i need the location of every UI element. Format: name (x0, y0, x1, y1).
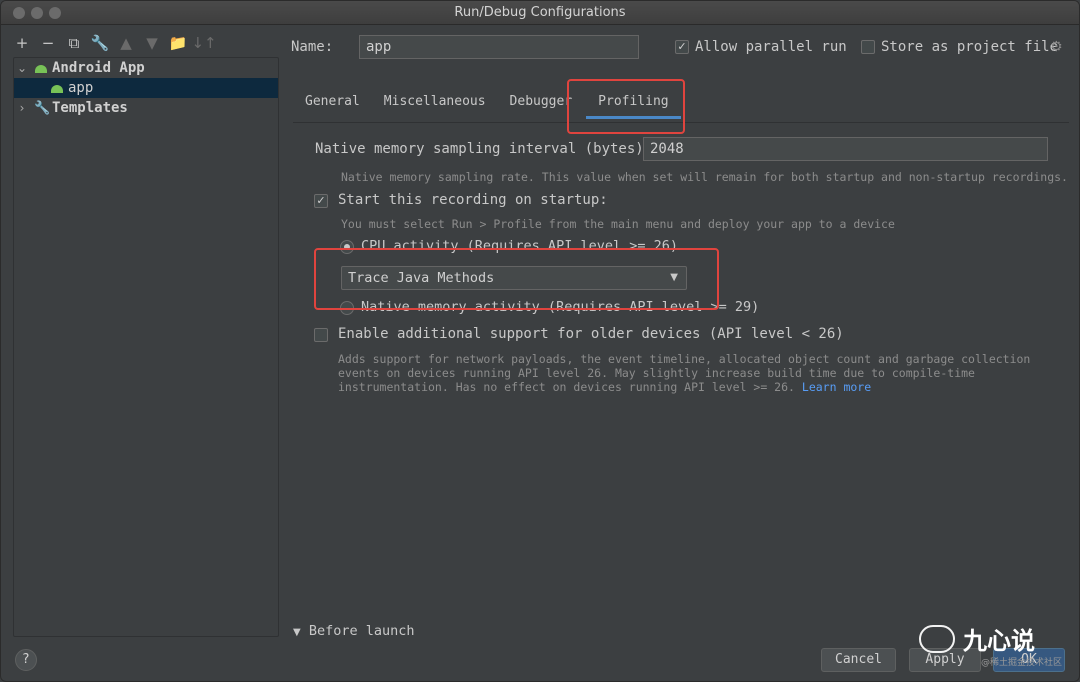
run-debug-window: Run/Debug Configurations + − ⧉ 🔧 ▲ ▼ 📁 ↓… (0, 0, 1080, 682)
older-devices-checkbox[interactable] (314, 328, 328, 342)
chevron-down-icon: ▼ (293, 627, 301, 638)
gear-icon[interactable]: ⚙ (1050, 39, 1063, 55)
wrench-icon: 🔧 (34, 100, 51, 116)
learn-more-link[interactable]: Learn more (802, 380, 871, 394)
start-recording-label: Start this recording on startup: (338, 192, 608, 208)
before-launch-section[interactable]: ▼ Before launch (293, 623, 415, 639)
allow-parallel-label: Allow parallel run (695, 39, 847, 55)
cancel-button[interactable]: Cancel (821, 648, 896, 672)
older-devices-hint-line3: instrumentation. Has no effect on device… (338, 380, 872, 394)
name-input[interactable]: app (359, 35, 639, 59)
sampling-label: Native memory sampling interval (bytes): (315, 141, 653, 157)
config-toolbar: + − ⧉ 🔧 ▲ ▼ 📁 ↓↑ (13, 33, 217, 53)
chevron-down-icon[interactable]: ⌄ (14, 61, 30, 75)
tree-item-templates[interactable]: › 🔧 Templates (14, 98, 278, 118)
sampling-interval-input[interactable]: 2048 (643, 137, 1048, 161)
allow-parallel-checkbox[interactable]: ✓ (675, 40, 689, 54)
close-window-button[interactable] (13, 7, 25, 19)
tree-item-app[interactable]: app (14, 78, 278, 98)
watermark-title: 九心说 (963, 627, 1035, 655)
older-devices-label: Enable additional support for older devi… (338, 326, 844, 342)
tree-item-label: Android App (52, 60, 145, 76)
store-project-checkbox[interactable] (861, 40, 875, 54)
start-recording-checkbox[interactable]: ✓ (314, 194, 328, 208)
tree-item-android-app[interactable]: ⌄ Android App (14, 58, 278, 78)
help-button[interactable]: ? (15, 649, 37, 671)
watermark-sub: @稀土掘金技术社区 (981, 658, 1063, 668)
tab-general[interactable]: General (293, 89, 372, 117)
start-recording-hint: You must select Run > Profile from the m… (341, 217, 895, 231)
name-label: Name: (291, 39, 334, 55)
sampling-hint: Native memory sampling rate. This value … (341, 170, 1068, 184)
sort-icon[interactable]: ↓↑ (191, 34, 216, 52)
older-devices-hint-line2: events on devices running API level 26. … (338, 366, 975, 380)
tab-miscellaneous[interactable]: Miscellaneous (372, 89, 498, 117)
chevron-right-icon[interactable]: › (14, 101, 30, 115)
highlight-cpu-activity (314, 248, 719, 310)
zoom-window-button[interactable] (49, 7, 61, 19)
remove-icon[interactable]: − (39, 34, 57, 52)
watermark: 九心说 (919, 621, 1035, 656)
new-folder-icon[interactable]: 📁 (169, 34, 188, 52)
before-launch-label: Before launch (308, 623, 415, 639)
older-devices-hint-line1: Adds support for network payloads, the e… (338, 352, 1031, 366)
configuration-tree: ⌄ Android App app › 🔧 Templates (13, 57, 279, 637)
highlight-profiling-tab (567, 79, 685, 134)
copy-icon[interactable]: ⧉ (65, 34, 83, 52)
tree-item-label: app (68, 80, 94, 96)
window-title: Run/Debug Configurations (454, 5, 626, 20)
title-bar: Run/Debug Configurations (1, 1, 1079, 25)
wechat-icon (919, 624, 955, 653)
tree-item-label: Templates (52, 100, 128, 116)
move-up-icon[interactable]: ▲ (117, 34, 135, 52)
android-icon (34, 63, 48, 73)
add-icon[interactable]: + (13, 34, 31, 52)
move-down-icon[interactable]: ▼ (143, 34, 161, 52)
minimize-window-button[interactable] (31, 7, 43, 19)
store-project-label: Store as project file (881, 39, 1059, 55)
android-icon (50, 83, 64, 93)
wrench-icon[interactable]: 🔧 (91, 34, 110, 52)
